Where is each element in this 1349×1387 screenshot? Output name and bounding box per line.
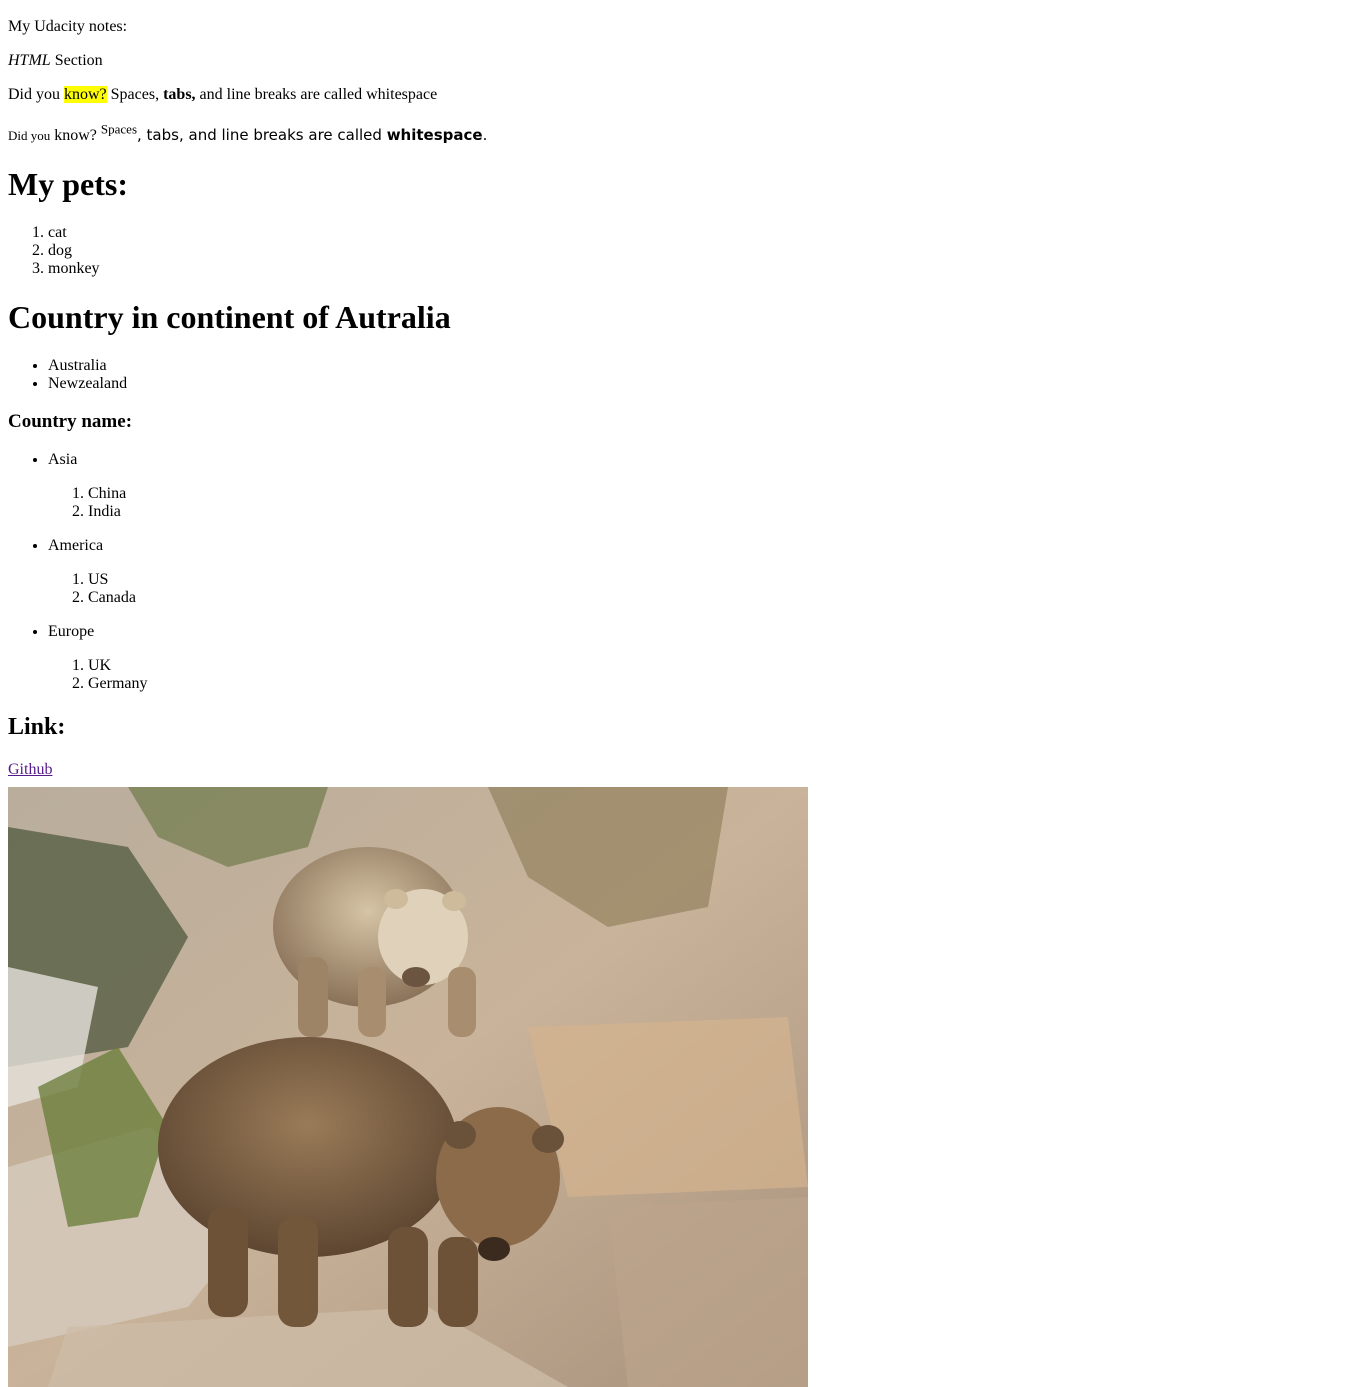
did-you-know-1: Did you know? Spaces, tabs, and line bre… <box>8 86 1341 104</box>
did-you-know-2: Did you know? Spaces, tabs, and line bre… <box>8 123 1341 145</box>
region-name: America <box>48 537 104 554</box>
dyk2-text-c: . <box>482 126 488 144</box>
section-rest: Section <box>50 52 103 69</box>
nested-list: UK Germany <box>48 657 1341 693</box>
dyk1-text-c: and line breaks are called whitespace <box>195 86 438 103</box>
dyk2-bold: whitespace <box>386 126 483 144</box>
list-item: India <box>88 503 1341 521</box>
dyk1-text-a: Did you <box>8 86 64 103</box>
dyk2-text-b: , tabs, and line breaks are called <box>137 126 387 144</box>
list-item: China <box>88 485 1341 503</box>
list-item: Europe UK Germany <box>48 623 1341 693</box>
list-item: Newzealand <box>48 375 1341 393</box>
pets-heading: My pets: <box>8 166 128 202</box>
dyk2-text-a: know? <box>50 127 101 144</box>
continent-heading: Country in continent of Autralia <box>8 299 451 335</box>
continent-list: Australia Newzealand <box>8 357 1341 393</box>
section-em: HTML <box>8 52 51 69</box>
list-item: US <box>88 571 1341 589</box>
list-item: Germany <box>88 675 1341 693</box>
link-heading: Link: <box>8 714 66 740</box>
nested-list: China India <box>48 485 1341 521</box>
dyk1-bold: tabs, <box>163 86 196 103</box>
list-item: UK <box>88 657 1341 675</box>
country-name-heading: Country name: <box>8 411 133 432</box>
region-name: Asia <box>48 451 78 468</box>
pets-list: cat dog monkey <box>8 224 1341 278</box>
notes-title: My Udacity notes: <box>8 18 128 35</box>
country-name-list: Asia China India America US Canada Europ… <box>8 451 1341 693</box>
nested-list: US Canada <box>48 571 1341 607</box>
list-item: monkey <box>48 260 1341 278</box>
list-item: Australia <box>48 357 1341 375</box>
section-line: HTML Section <box>8 52 1341 70</box>
dyk2-small: Did you <box>8 128 51 143</box>
bears-illustration <box>8 787 808 1387</box>
dyk1-text-b: Spaces, <box>106 86 164 103</box>
github-link[interactable]: Github <box>8 761 52 778</box>
list-item: America US Canada <box>48 537 1341 607</box>
region-name: Europe <box>48 623 95 640</box>
list-item: Canada <box>88 589 1341 607</box>
bears-photo <box>8 787 808 1387</box>
list-item: dog <box>48 242 1341 260</box>
dyk2-sup: Spaces <box>100 121 138 137</box>
list-item: Asia China India <box>48 451 1341 521</box>
dyk1-highlight: know? <box>64 86 107 103</box>
list-item: cat <box>48 224 1341 242</box>
